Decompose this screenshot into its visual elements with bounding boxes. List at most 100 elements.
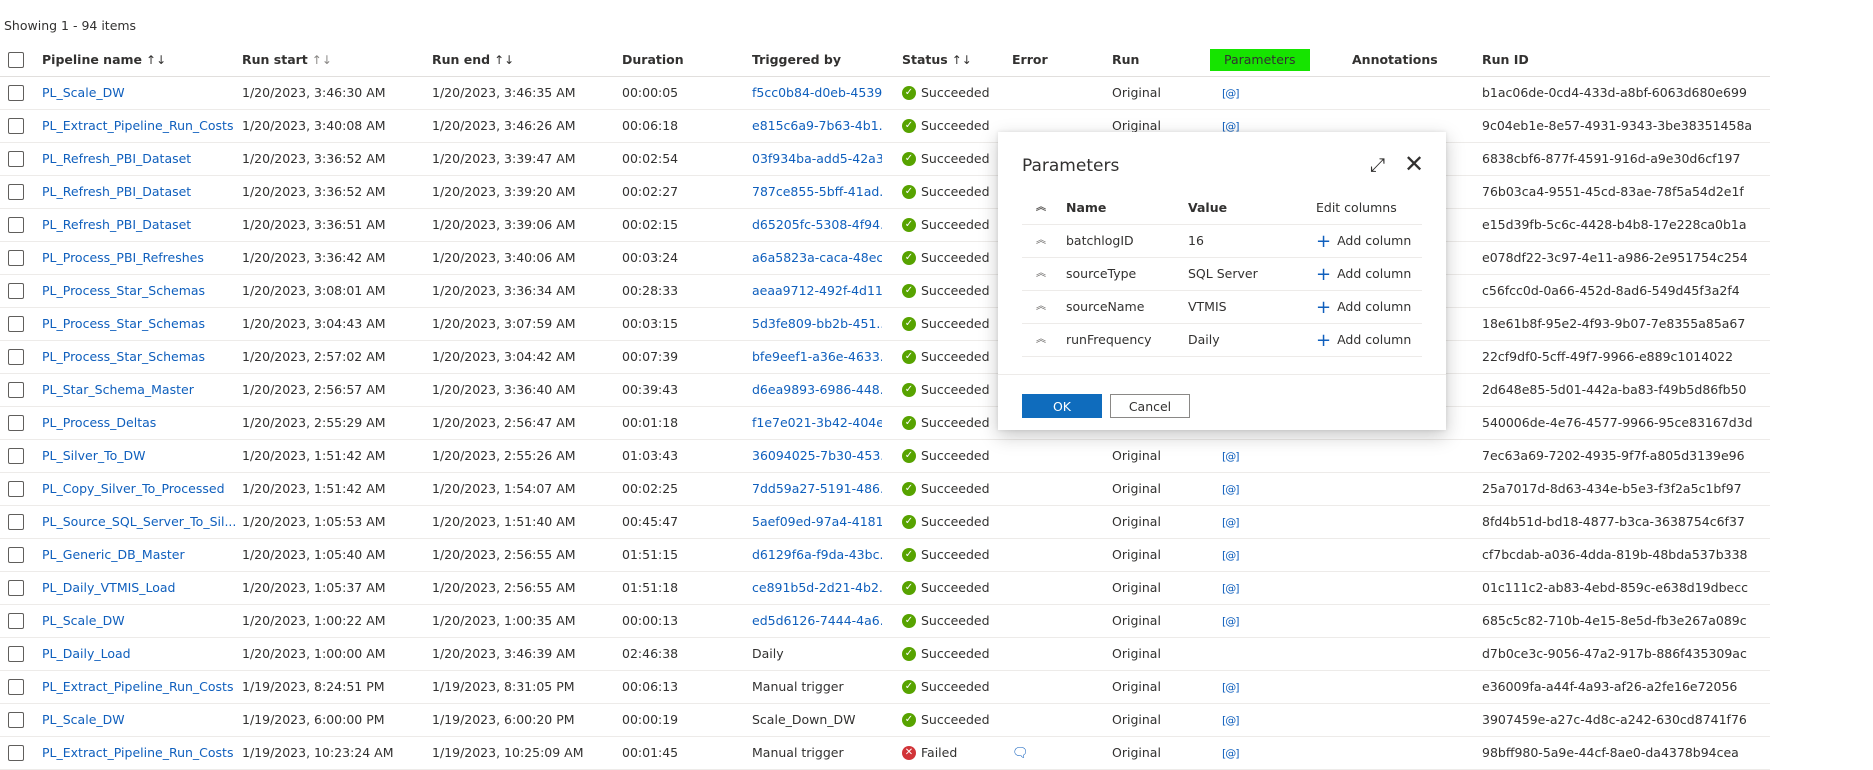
collapse-all-icon[interactable]: ︽ bbox=[1036, 192, 1046, 224]
table-row[interactable]: PL_Daily_VTMIS_Load 1/20/2023, 1:05:37 AM… bbox=[0, 572, 1770, 605]
row-checkbox[interactable] bbox=[8, 547, 24, 563]
table-row[interactable]: PL_Process_Star_Schemas 1/20/2023, 2:57:0… bbox=[0, 341, 1770, 374]
parameters-icon[interactable]: [@] bbox=[1222, 737, 1239, 769]
table-row[interactable]: PL_Scale_DW 1/20/2023, 3:46:30 AM 1/20/202… bbox=[0, 77, 1770, 110]
pipeline-name-link[interactable]: PL_Generic_DB_Master bbox=[42, 539, 185, 571]
collapse-icon[interactable]: ︽ bbox=[1036, 324, 1046, 356]
table-row[interactable]: PL_Process_Deltas 1/20/2023, 2:55:29 AM 1/… bbox=[0, 407, 1770, 440]
row-checkbox[interactable] bbox=[8, 712, 24, 728]
pipeline-name-link[interactable]: PL_Extract_Pipeline_Run_Costs bbox=[42, 737, 233, 769]
pipeline-name-link[interactable]: PL_Process_Star_Schemas bbox=[42, 275, 205, 307]
col-header-status[interactable]: Status ↑↓ bbox=[902, 44, 972, 76]
parameters-icon[interactable]: [@] bbox=[1222, 605, 1239, 637]
add-column-button[interactable]: + Add column bbox=[1316, 324, 1411, 357]
pipeline-name-link[interactable]: PL_Scale_DW bbox=[42, 605, 125, 637]
close-icon[interactable]: ✕ bbox=[1404, 150, 1424, 178]
parameters-icon[interactable]: [@] bbox=[1222, 671, 1239, 703]
pipeline-name-link[interactable]: PL_Refresh_PBI_Dataset bbox=[42, 209, 191, 241]
pipeline-name-link[interactable]: PL_Process_Star_Schemas bbox=[42, 308, 205, 340]
parameters-icon[interactable]: [@] bbox=[1222, 506, 1239, 538]
pipeline-name-link[interactable]: PL_Extract_Pipeline_Run_Costs bbox=[42, 671, 233, 703]
row-checkbox[interactable] bbox=[8, 151, 24, 167]
sort-icon[interactable]: ↑↓ bbox=[146, 53, 166, 67]
ok-button[interactable]: OK bbox=[1022, 394, 1102, 418]
row-checkbox[interactable] bbox=[8, 745, 24, 761]
col-header-run-end[interactable]: Run end ↑↓ bbox=[432, 44, 514, 76]
parameters-icon[interactable]: [@] bbox=[1222, 473, 1239, 505]
parameters-icon[interactable]: [@] bbox=[1222, 440, 1239, 472]
pipeline-name-link[interactable]: PL_Silver_To_DW bbox=[42, 440, 146, 472]
row-checkbox[interactable] bbox=[8, 580, 24, 596]
table-row[interactable]: PL_Process_Star_Schemas 1/20/2023, 3:08:0… bbox=[0, 275, 1770, 308]
triggered-by[interactable]: a6a5823a-caca-48ec... bbox=[752, 242, 882, 274]
triggered-by[interactable]: f5cc0b84-d0eb-4539... bbox=[752, 77, 882, 109]
pipeline-name-link[interactable]: PL_Refresh_PBI_Dataset bbox=[42, 143, 191, 175]
table-row[interactable]: PL_Extract_Pipeline_Run_Costs 1/20/2023, … bbox=[0, 110, 1770, 143]
triggered-by[interactable]: 7dd59a27-5191-486... bbox=[752, 473, 882, 505]
row-checkbox[interactable] bbox=[8, 448, 24, 464]
row-checkbox[interactable] bbox=[8, 679, 24, 695]
sort-icon[interactable]: ↑↓ bbox=[952, 53, 972, 67]
pipeline-name-link[interactable]: PL_Scale_DW bbox=[42, 704, 125, 736]
table-row[interactable]: PL_Refresh_PBI_Dataset 1/20/2023, 3:36:52… bbox=[0, 143, 1770, 176]
row-checkbox[interactable] bbox=[8, 316, 24, 332]
triggered-by[interactable]: ed5d6126-7444-4a6... bbox=[752, 605, 882, 637]
sort-icon[interactable]: ↑↓ bbox=[312, 53, 332, 67]
triggered-by[interactable]: d6ea9893-6986-448... bbox=[752, 374, 882, 406]
row-checkbox[interactable] bbox=[8, 415, 24, 431]
row-checkbox[interactable] bbox=[8, 514, 24, 530]
table-row[interactable]: PL_Extract_Pipeline_Run_Costs 1/19/2023, … bbox=[0, 737, 1770, 770]
collapse-icon[interactable]: ︽ bbox=[1036, 258, 1046, 290]
triggered-by[interactable]: e815c6a9-7b63-4b1... bbox=[752, 110, 882, 142]
triggered-by[interactable]: 5aef09ed-97a4-4181... bbox=[752, 506, 882, 538]
select-all-checkbox[interactable] bbox=[8, 52, 24, 68]
pipeline-name-link[interactable]: PL_Process_PBI_Refreshes bbox=[42, 242, 204, 274]
pipeline-name-link[interactable]: PL_Process_Star_Schemas bbox=[42, 341, 205, 373]
add-column-button[interactable]: + Add column bbox=[1316, 225, 1411, 258]
collapse-icon[interactable]: ︽ bbox=[1036, 291, 1046, 323]
triggered-by[interactable]: f1e7e021-3b42-404e... bbox=[752, 407, 882, 439]
table-row[interactable]: PL_Refresh_PBI_Dataset 1/20/2023, 3:36:52… bbox=[0, 176, 1770, 209]
triggered-by[interactable]: ce891b5d-2d21-4b2... bbox=[752, 572, 882, 604]
triggered-by[interactable]: 5d3fe809-bb2b-451... bbox=[752, 308, 882, 340]
expand-icon[interactable]: ⤢ bbox=[1370, 154, 1385, 176]
collapse-icon[interactable]: ︽ bbox=[1036, 225, 1046, 257]
pipeline-name-link[interactable]: PL_Daily_VTMIS_Load bbox=[42, 572, 175, 604]
triggered-by[interactable]: aeaa9712-492f-4d11... bbox=[752, 275, 882, 307]
row-checkbox[interactable] bbox=[8, 118, 24, 134]
error-message-icon[interactable]: 🗨 bbox=[1012, 737, 1029, 769]
row-checkbox[interactable] bbox=[8, 382, 24, 398]
row-checkbox[interactable] bbox=[8, 85, 24, 101]
table-row[interactable]: PL_Daily_Load 1/20/2023, 1:00:00 AM 1/20/2… bbox=[0, 638, 1770, 671]
pipeline-name-link[interactable]: PL_Copy_Silver_To_Processed bbox=[42, 473, 225, 505]
triggered-by[interactable]: 03f934ba-add5-42a3... bbox=[752, 143, 882, 175]
table-row[interactable]: PL_Generic_DB_Master 1/20/2023, 1:05:40 A… bbox=[0, 539, 1770, 572]
table-row[interactable]: PL_Process_PBI_Refreshes 1/20/2023, 3:36:… bbox=[0, 242, 1770, 275]
row-checkbox[interactable] bbox=[8, 349, 24, 365]
row-checkbox[interactable] bbox=[8, 646, 24, 662]
table-row[interactable]: PL_Scale_DW 1/19/2023, 6:00:00 PM 1/19/202… bbox=[0, 704, 1770, 737]
table-row[interactable]: PL_Process_Star_Schemas 1/20/2023, 3:04:4… bbox=[0, 308, 1770, 341]
table-row[interactable]: PL_Extract_Pipeline_Run_Costs 1/19/2023, … bbox=[0, 671, 1770, 704]
parameters-icon[interactable]: [@] bbox=[1222, 572, 1239, 604]
cancel-button[interactable]: Cancel bbox=[1110, 394, 1190, 418]
row-checkbox[interactable] bbox=[8, 613, 24, 629]
row-checkbox[interactable] bbox=[8, 217, 24, 233]
triggered-by[interactable]: bfe9eef1-a36e-4633... bbox=[752, 341, 882, 373]
pipeline-name-link[interactable]: PL_Extract_Pipeline_Run_Costs bbox=[42, 110, 233, 142]
pipeline-name-link[interactable]: PL_Process_Deltas bbox=[42, 407, 156, 439]
add-column-button[interactable]: + Add column bbox=[1316, 258, 1411, 291]
row-checkbox[interactable] bbox=[8, 184, 24, 200]
parameters-icon[interactable]: [@] bbox=[1222, 77, 1239, 109]
row-checkbox[interactable] bbox=[8, 250, 24, 266]
triggered-by[interactable]: d6129f6a-f9da-43bc... bbox=[752, 539, 882, 571]
pipeline-name-link[interactable]: PL_Scale_DW bbox=[42, 77, 125, 109]
pipeline-name-link[interactable]: PL_Refresh_PBI_Dataset bbox=[42, 176, 191, 208]
parameters-icon[interactable]: [@] bbox=[1222, 539, 1239, 571]
sort-icon[interactable]: ↑↓ bbox=[494, 53, 514, 67]
pipeline-name-link[interactable]: PL_Source_SQL_Server_To_Sil... bbox=[42, 506, 236, 538]
row-checkbox[interactable] bbox=[8, 283, 24, 299]
triggered-by[interactable]: 36094025-7b30-453... bbox=[752, 440, 882, 472]
row-checkbox[interactable] bbox=[8, 481, 24, 497]
add-column-button[interactable]: + Add column bbox=[1316, 291, 1411, 324]
